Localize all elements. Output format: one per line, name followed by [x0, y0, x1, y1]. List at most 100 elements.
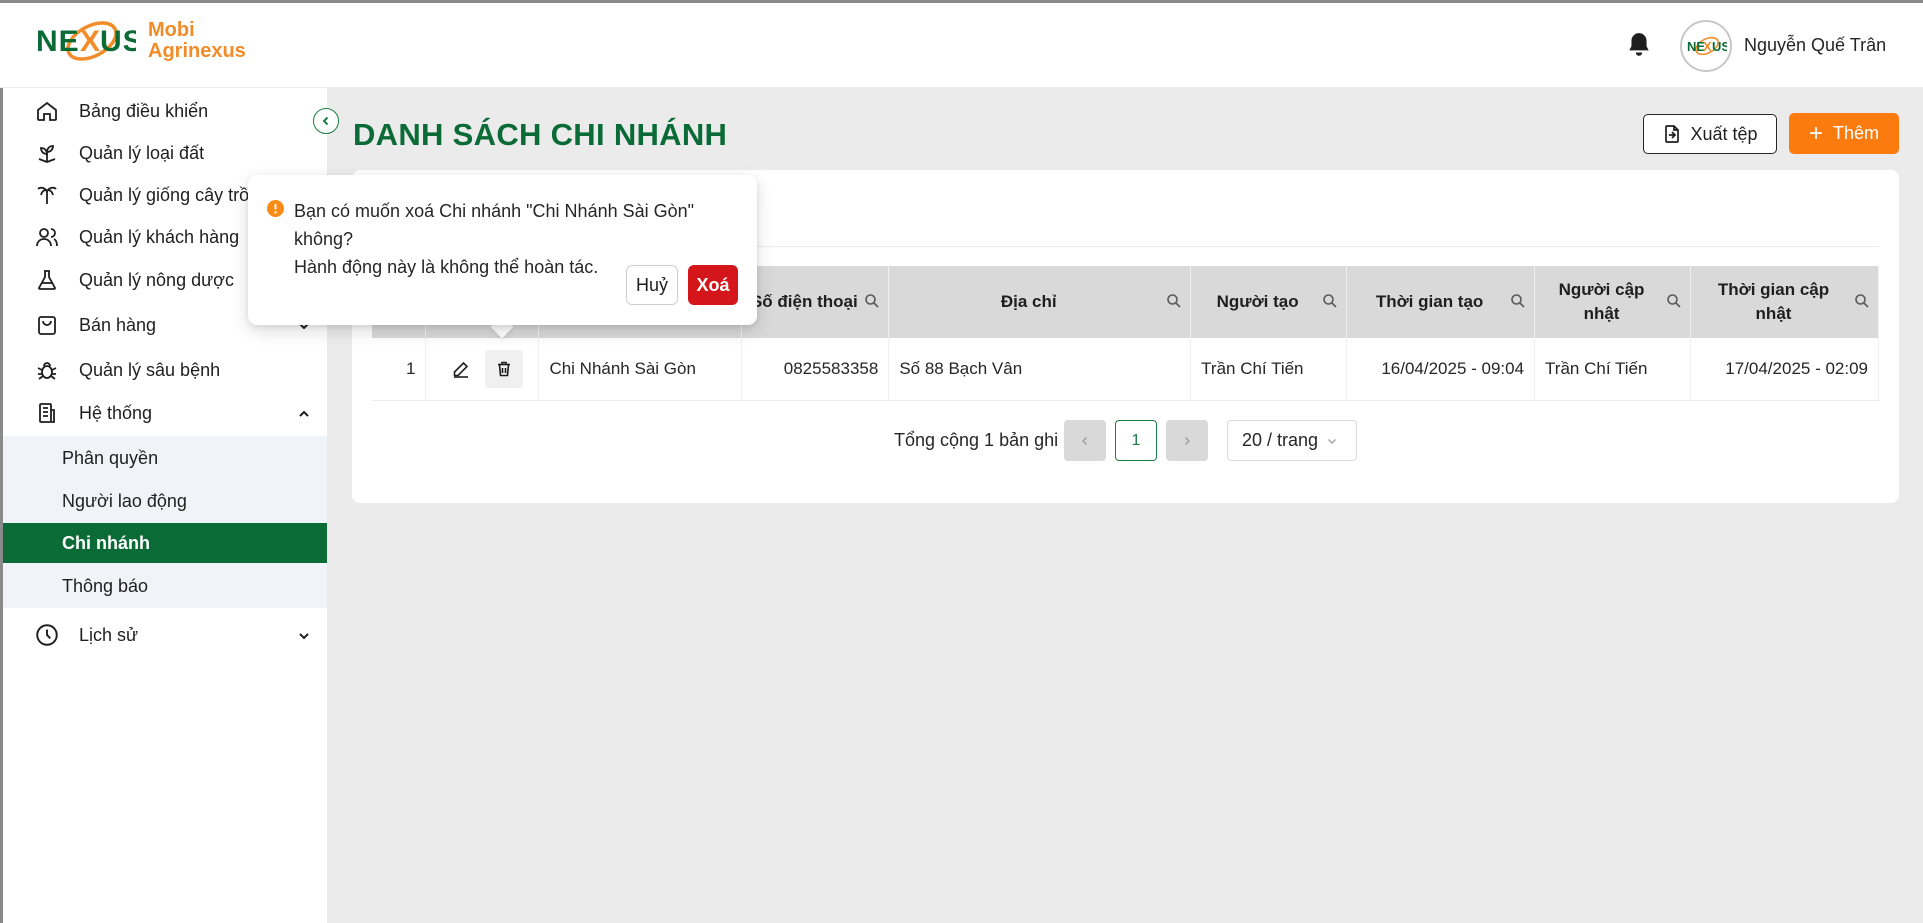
table-row[interactable]: 1 Chi Nhánh Sài Gòn 0825583358 Số 88 Bạc… — [372, 338, 1879, 401]
sidebar-item-label: Quản lý khách hàng — [79, 226, 240, 247]
plant-icon — [33, 139, 61, 167]
svg-text:US: US — [100, 25, 136, 58]
sidebar-item-label: Hệ thống — [79, 402, 153, 423]
cell-name: Chi Nhánh Sài Gòn — [538, 338, 743, 401]
cell-index: 1 — [372, 338, 427, 401]
submenu-item-label: Thông báo — [62, 575, 149, 596]
chevron-left-icon — [1081, 436, 1088, 445]
col-header-label: Người cập nhật — [1558, 280, 1645, 323]
building-icon — [33, 399, 61, 427]
sidebar-item-label: Bán hàng — [79, 314, 157, 335]
submenu-item-permissions[interactable]: Phân quyền — [3, 438, 327, 478]
sidebar-item-label: Quản lý sâu bệnh — [79, 359, 221, 380]
search-icon[interactable] — [1322, 292, 1338, 316]
brand-name: Mobi Agrinexus — [148, 20, 246, 62]
edit-button[interactable] — [442, 350, 480, 388]
sidebar-item-dashboard[interactable]: Bảng điều khiển — [33, 94, 323, 128]
confirm-delete-button[interactable]: Xoá — [688, 265, 738, 305]
bug-icon — [33, 356, 61, 384]
submenu-item-notifications[interactable]: Thông báo — [3, 566, 327, 606]
warning-icon — [267, 200, 284, 222]
sidebar-item-label: Bảng điều khiển — [79, 100, 209, 121]
sidebar-item-soil-types[interactable]: Quản lý loại đất — [33, 136, 323, 170]
sidebar-item-history[interactable]: Lịch sử — [33, 618, 323, 652]
chevron-left-icon — [322, 116, 329, 126]
sidebar-item-label: Lịch sử — [79, 624, 139, 645]
search-icon[interactable] — [864, 292, 880, 316]
shopping-bag-icon — [33, 311, 61, 339]
submenu-item-label: Người lao động — [62, 490, 187, 511]
add-button-label: Thêm — [1833, 123, 1880, 143]
col-header-phone[interactable]: Số điện thoại — [741, 266, 890, 338]
sidebar-item-pests[interactable]: Quản lý sâu bệnh — [33, 353, 323, 387]
users-icon — [33, 223, 61, 251]
notification-bell-icon[interactable] — [1626, 31, 1652, 64]
palm-tree-icon — [33, 181, 61, 209]
brand-line-2: Agrinexus — [148, 40, 246, 62]
cell-created-at: 16/04/2025 - 09:04 — [1346, 338, 1536, 401]
user-name[interactable]: Nguyễn Quế Trân — [1744, 35, 1886, 56]
col-header-updated-at[interactable]: Thời gian cập nhật — [1690, 266, 1879, 338]
cell-updated-at: 17/04/2025 - 02:09 — [1690, 338, 1879, 401]
svg-text:NE: NE — [36, 25, 80, 58]
submenu-item-branches[interactable]: Chi nhánh — [3, 523, 327, 563]
page-size-value: 20 / trang — [1242, 430, 1319, 450]
col-header-updater[interactable]: Người cập nhật — [1534, 266, 1691, 338]
sidebar-item-label: Quản lý giống cây trồng — [79, 184, 270, 205]
search-icon[interactable] — [1166, 292, 1182, 316]
chevron-up-icon — [297, 405, 311, 426]
sidebar-collapse-button[interactable] — [313, 108, 339, 134]
user-avatar[interactable]: NE X US — [1680, 20, 1732, 72]
submenu-item-label: Chi nhánh — [62, 532, 150, 553]
svg-text:X: X — [80, 25, 100, 58]
delete-button[interactable] — [484, 349, 523, 388]
svg-text:X: X — [1703, 39, 1712, 54]
search-icon[interactable] — [1666, 292, 1682, 316]
pagination-total: Tổng cộng 1 bản ghi — [894, 430, 1059, 450]
export-button-label: Xuất tệp — [1690, 123, 1758, 144]
submenu-item-workers[interactable]: Người lao động — [3, 481, 327, 521]
pagination-page-button[interactable]: 1 — [1115, 420, 1157, 461]
trash-icon — [497, 361, 510, 377]
plus-icon: + — [1808, 119, 1823, 147]
cancel-button[interactable]: Huỷ — [626, 265, 678, 305]
brand-line-1: Mobi — [148, 19, 195, 41]
system-submenu: Phân quyền Người lao động Chi nhánh Thôn… — [3, 436, 327, 608]
search-icon[interactable] — [1510, 292, 1526, 316]
cell-phone: 0825583358 — [741, 338, 890, 401]
col-header-created-at[interactable]: Thời gian tạo — [1346, 266, 1536, 338]
col-header-address[interactable]: Địa chỉ — [888, 266, 1192, 338]
delete-confirm-popover: Bạn có muốn xoá Chi nhánh "Chi Nhánh Sài… — [248, 175, 757, 325]
pagination-next-button[interactable] — [1166, 420, 1208, 461]
nexus-logo-icon: NE X US — [36, 21, 136, 61]
sidebar-item-label: Quản lý nông dược — [79, 269, 234, 290]
app-header: NE X US Mobi Agrinexus NE X US Nguyễn Qu… — [0, 3, 1923, 88]
col-header-label: Thời gian cập nhật — [1717, 280, 1830, 323]
export-button[interactable]: Xuất tệp — [1643, 114, 1777, 154]
page-title: DANH SÁCH CHI NHÁNH — [353, 117, 728, 152]
col-header-label: Địa chỉ — [1000, 292, 1057, 311]
chevron-down-icon — [297, 627, 311, 648]
cell-creator: Trần Chí Tiến — [1190, 338, 1348, 401]
chevron-down-icon — [1328, 438, 1337, 444]
app-logo[interactable]: NE X US Mobi Agrinexus — [36, 17, 246, 65]
cell-actions — [425, 338, 540, 401]
add-button[interactable]: + Thêm — [1789, 113, 1899, 154]
sidebar-item-label: Quản lý loại đất — [79, 142, 205, 163]
popconfirm-line-1: Bạn có muốn xoá Chi nhánh "Chi Nhánh Sài… — [294, 201, 695, 249]
col-header-label: Thời gian tạo — [1375, 292, 1484, 311]
sidebar-item-system[interactable]: Hệ thống — [33, 396, 323, 430]
cell-address: Số 88 Bạch Vân — [888, 338, 1192, 401]
flask-icon — [33, 266, 61, 294]
page-size-select[interactable]: 20 / trang — [1227, 420, 1357, 461]
export-file-icon — [1665, 125, 1680, 143]
chevron-right-icon — [1184, 436, 1191, 445]
search-icon[interactable] — [1854, 292, 1870, 316]
svg-text:US: US — [1712, 39, 1727, 54]
col-header-creator[interactable]: Người tạo — [1190, 266, 1348, 338]
cell-updater: Trần Chí Tiến — [1534, 338, 1691, 401]
pagination-prev-button[interactable] — [1064, 420, 1106, 461]
edit-pencil-icon — [453, 361, 469, 378]
col-header-label: Số điện thoại — [750, 292, 858, 311]
pagination-page-number: 1 — [1131, 431, 1141, 449]
